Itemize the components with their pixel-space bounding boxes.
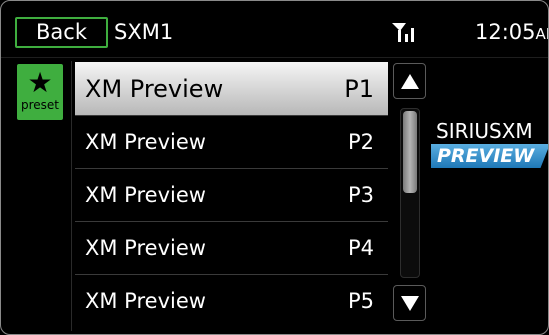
- arrow-down-icon: [401, 296, 419, 311]
- scroll-down-button[interactable]: [393, 285, 426, 321]
- channel-preset-number: P3: [347, 183, 374, 207]
- scrollbar-track[interactable]: [400, 108, 420, 278]
- scrollbar-thumb[interactable]: [403, 111, 417, 193]
- channel-name: XM Preview: [85, 236, 206, 260]
- channel-preset-number: P1: [344, 74, 374, 103]
- channel-name: XM Preview: [85, 74, 224, 103]
- logo-brand: SIRIUSXM: [436, 119, 533, 143]
- channel-name: XM Preview: [85, 130, 206, 154]
- clock-ampm: AM: [535, 25, 548, 43]
- signal-strength-icon: [392, 23, 414, 42]
- clock-time: 12:05: [475, 20, 536, 44]
- scroll-up-button[interactable]: [393, 63, 426, 99]
- channel-band-title: SXM1: [114, 20, 174, 44]
- preset-tab-label: preset: [20, 98, 59, 112]
- channel-row-2[interactable]: XM Preview P2: [75, 115, 388, 168]
- channel-preset-number: P5: [347, 289, 374, 313]
- siriusxm-preview-logo: SIRIUSXM PREVIEW: [431, 119, 548, 173]
- back-button[interactable]: Back: [15, 17, 108, 48]
- list-divider: [71, 61, 72, 331]
- star-icon: ★: [27, 66, 53, 99]
- channel-row-1[interactable]: XM Preview P1: [75, 62, 388, 115]
- arrow-up-icon: [401, 74, 419, 89]
- channel-preset-number: P4: [347, 236, 374, 260]
- channel-row-3[interactable]: XM Preview P3: [75, 168, 388, 221]
- channel-name: XM Preview: [85, 183, 206, 207]
- channel-name: XM Preview: [85, 289, 206, 313]
- channel-preset-number: P2: [347, 130, 374, 154]
- screen-frame: Back SXM1 12:05AM ★ preset XM Preview P1…: [0, 0, 549, 335]
- clock: 12:05AM: [475, 18, 548, 48]
- channel-list: XM Preview P1 XM Preview P2 XM Preview P…: [75, 62, 388, 327]
- channel-row-4[interactable]: XM Preview P4: [75, 221, 388, 274]
- channel-row-5[interactable]: XM Preview P5: [75, 274, 388, 327]
- preset-tab[interactable]: ★ preset: [17, 64, 63, 120]
- header-divider: [1, 57, 548, 58]
- logo-tagline: PREVIEW: [437, 145, 535, 167]
